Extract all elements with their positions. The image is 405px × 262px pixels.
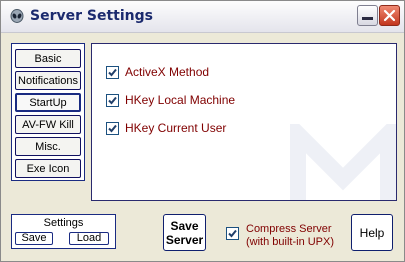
checkmark-icon xyxy=(108,96,117,104)
compress-server-label: Compress Server (with built-in UPX) xyxy=(246,223,334,249)
hkey-current-user-label: HKey Current User xyxy=(125,121,227,135)
title-bar[interactable]: Server Settings xyxy=(1,1,404,33)
server-settings-window: Server Settings Basic Notifications Star… xyxy=(0,0,405,262)
save-server-button[interactable]: Save Server xyxy=(163,214,206,251)
activex-method-checkbox[interactable] xyxy=(106,65,119,79)
settings-group: Settings Save Load xyxy=(11,214,116,249)
activex-method-label: ActiveX Method xyxy=(125,65,210,79)
window-title: Server Settings xyxy=(30,8,153,24)
hkey-current-user-checkbox[interactable] xyxy=(106,121,119,135)
checkmark-icon xyxy=(228,229,237,238)
settings-save-button[interactable]: Save xyxy=(15,232,53,245)
compress-server-line2: (with built-in UPX) xyxy=(246,236,335,248)
minimize-button[interactable] xyxy=(357,5,378,26)
help-button[interactable]: Help xyxy=(351,214,393,251)
nav-startup-button[interactable]: StartUp xyxy=(15,93,81,112)
nav-av-fw-kill-button[interactable]: AV-FW Kill xyxy=(15,115,81,134)
nav-exe-icon-button[interactable]: Exe Icon xyxy=(15,159,81,178)
checkmark-icon xyxy=(108,68,117,76)
nav-misc-button[interactable]: Misc. xyxy=(15,137,81,156)
logo-watermark-icon xyxy=(290,124,396,200)
hkey-local-machine-label: HKey Local Machine xyxy=(125,93,236,107)
settings-load-button[interactable]: Load xyxy=(69,232,109,245)
close-icon xyxy=(383,9,396,22)
hkey-local-machine-checkbox[interactable] xyxy=(106,93,119,107)
save-server-label-line2: Server xyxy=(165,232,204,247)
compress-server-line1: Compress Server xyxy=(246,223,332,235)
save-server-label-line1: Save xyxy=(170,218,199,233)
nav-notifications-button[interactable]: Notifications xyxy=(15,71,81,90)
checkmark-icon xyxy=(108,124,117,132)
startup-panel: ActiveX Method HKey Local Machine HKey C… xyxy=(91,43,397,201)
activex-method-option[interactable]: ActiveX Method xyxy=(106,65,209,79)
settings-nav: Basic Notifications StartUp AV-FW Kill M… xyxy=(11,43,85,181)
nav-basic-button[interactable]: Basic xyxy=(15,49,81,68)
hkey-local-machine-option[interactable]: HKey Local Machine xyxy=(106,93,235,107)
compress-server-option[interactable]: Compress Server (with built-in UPX) xyxy=(226,223,334,249)
close-button[interactable] xyxy=(379,5,400,26)
app-alien-icon xyxy=(9,9,25,25)
compress-server-checkbox[interactable] xyxy=(226,227,239,240)
settings-group-title: Settings xyxy=(43,217,84,229)
hkey-current-user-option[interactable]: HKey Current User xyxy=(106,121,226,135)
